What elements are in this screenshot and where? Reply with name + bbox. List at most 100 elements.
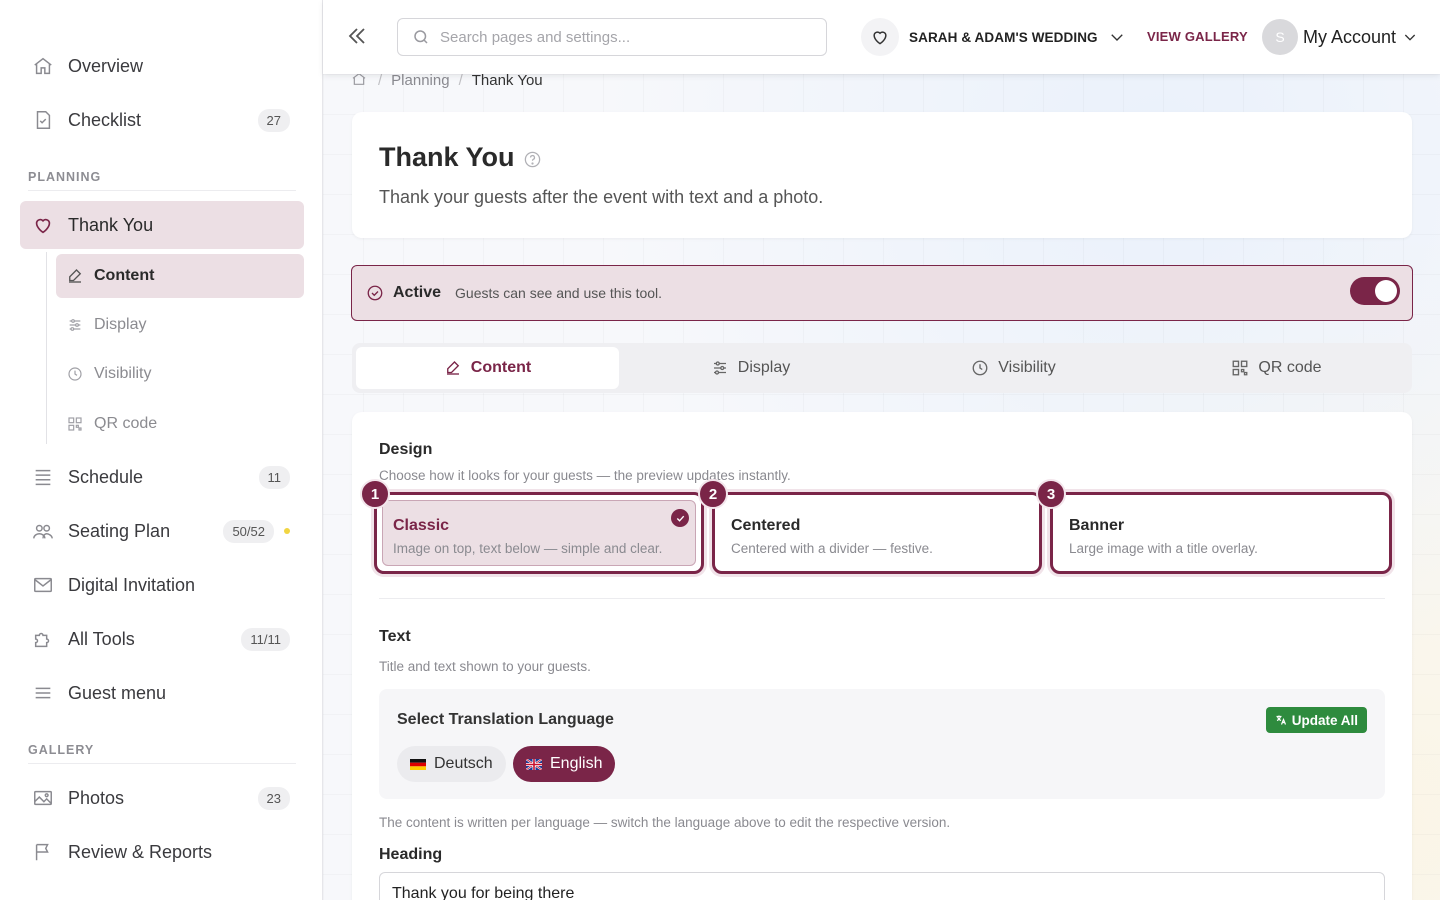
count-badge: 27 [257,108,290,132]
sidebar-subitem-content[interactable]: Content [56,254,304,298]
count-badge: 11/11 [241,627,290,651]
sidebar-item-checklist[interactable]: Checklist 27 [20,96,304,144]
list-icon [32,466,54,488]
sidebar-subitem-qr-code[interactable]: QR code [56,402,304,446]
tab-label: QR code [1258,359,1322,376]
toggle-knob [1375,280,1397,302]
sidebar-item-label: Guest menu [68,682,167,703]
sidebar-item-digital-invitation[interactable]: Digital Invitation [20,561,304,609]
step-badge: 2 [698,479,728,509]
tab-content[interactable]: Content [356,347,619,389]
clock-icon [971,359,989,377]
sidebar-item-thank-you[interactable]: Thank You [20,201,304,249]
mail-icon [32,574,54,596]
active-toggle[interactable] [1350,277,1400,305]
sidebar-item-label: Overview [68,55,144,76]
sidebar-item-photos[interactable]: Photos 23 [20,774,304,822]
sidebar-item-seating-plan[interactable]: Seating Plan 50/52 [20,507,304,555]
option-name: Classic [393,517,450,534]
option-description: Image on top, text below — simple and cl… [393,541,663,556]
account-label: My Account [1303,26,1397,47]
status-title: Active [393,284,442,301]
sidebar-item-all-tools[interactable]: All Tools 11/11 [20,615,304,663]
language-chip-english[interactable]: English [513,746,616,782]
check-icon [671,509,689,527]
chevron-down-icon [1108,28,1126,46]
check-circle-icon [366,284,384,302]
sidebar-subitem-display[interactable]: Display [56,303,304,347]
step-badge: 1 [360,479,390,509]
design-title: Design [379,441,433,458]
tab-visibility[interactable]: Visibility [882,347,1145,389]
sidebar-item-review-reports[interactable]: Review & Reports [20,828,304,876]
page-title: Thank You [379,142,515,172]
section-divider [28,190,296,191]
sidebar-subitem-label: QR code [94,415,158,432]
page-header-card: Thank You Thank your guests after the ev… [352,112,1412,238]
language-label: Deutsch [434,755,493,772]
flag-icon [32,841,54,863]
double-chevron-left-icon [348,28,365,44]
avatar: S [1262,19,1298,55]
translate-icon [1275,714,1287,726]
help-icon[interactable] [523,150,542,169]
collapse-sidebar-button[interactable] [345,24,371,50]
home-icon [32,55,54,77]
menu-icon [32,682,54,704]
tab-display[interactable]: Display [619,347,882,389]
tab-bar: Content Display Visibility QR code [352,343,1412,393]
sidebar-subitem-visibility[interactable]: Visibility [56,352,304,396]
active-status-bar: Active Guests can see and use this tool. [351,265,1413,321]
home-icon[interactable] [351,74,369,89]
tab-label: Visibility [998,359,1056,376]
sidebar-item-label: Photos [68,787,125,808]
sidebar-item-guest-menu[interactable]: Guest menu [20,669,304,717]
page-subtitle: Thank your guests after the event with t… [379,187,824,207]
breadcrumb-parent[interactable]: Planning [391,74,449,89]
sidebar-subitem-label: Content [94,267,155,284]
heart-icon [861,18,899,56]
search-bar[interactable] [397,18,827,56]
design-option-centered[interactable]: 2 Centered Centered with a divider — fes… [698,479,1042,574]
qr-icon [1231,359,1249,377]
section-title-planning: PLANNING [28,170,102,184]
qr-icon [66,415,84,433]
event-name: SARAH & ADAM'S WEDDING [909,29,1098,45]
uk-flag-icon [526,758,542,770]
option-name: Banner [1069,517,1125,534]
design-option-classic[interactable]: 1 Classic Image on top, text below — sim… [360,479,704,574]
design-option-banner[interactable]: 3 Banner Large image with a title overla… [1036,479,1392,574]
sidebar-item-label: Review & Reports [68,841,213,862]
update-all-button[interactable]: Update All [1265,707,1367,733]
event-selector[interactable]: SARAH & ADAM'S WEDDING [861,18,1126,56]
sidebar-item-label: Schedule [68,466,144,487]
language-label: English [550,755,603,772]
translation-language-title: Select Translation Language [397,711,614,728]
translation-language-box: Select Translation Language Update All D… [379,689,1385,799]
sidebar: Overview Checklist 27 PLANNING Thank You… [0,0,323,900]
sidebar-item-overview[interactable]: Overview [20,42,304,90]
puzzle-icon [32,628,54,650]
search-input[interactable] [440,28,810,46]
top-bar: SARAH & ADAM'S WEDDING VIEW GALLERY S My… [323,0,1440,74]
breadcrumb-separator: / [458,74,463,89]
content-card: Design Choose how it looks for your gues… [352,412,1412,900]
heading-input[interactable] [379,872,1385,900]
german-flag-icon [410,758,426,770]
account-menu[interactable]: S My Account [1262,18,1418,56]
update-all-label: Update All [1291,712,1358,728]
status-description: Guests can see and use this tool. [455,285,663,301]
sidebar-item-label: All Tools [68,628,135,649]
sidebar-item-label: Thank You [68,214,154,235]
view-gallery-link[interactable]: VIEW GALLERY [1147,29,1248,44]
checklist-icon [32,109,54,131]
tab-label: Content [470,359,532,376]
sidebar-item-schedule[interactable]: Schedule 11 [20,453,304,501]
clock-icon [66,365,84,383]
heading-label: Heading [379,846,443,863]
sliders-icon [711,359,729,377]
edit-icon [66,267,84,285]
language-chip-deutsch[interactable]: Deutsch [397,746,506,782]
tab-qr-code[interactable]: QR code [1145,347,1408,389]
edit-icon [444,359,462,377]
